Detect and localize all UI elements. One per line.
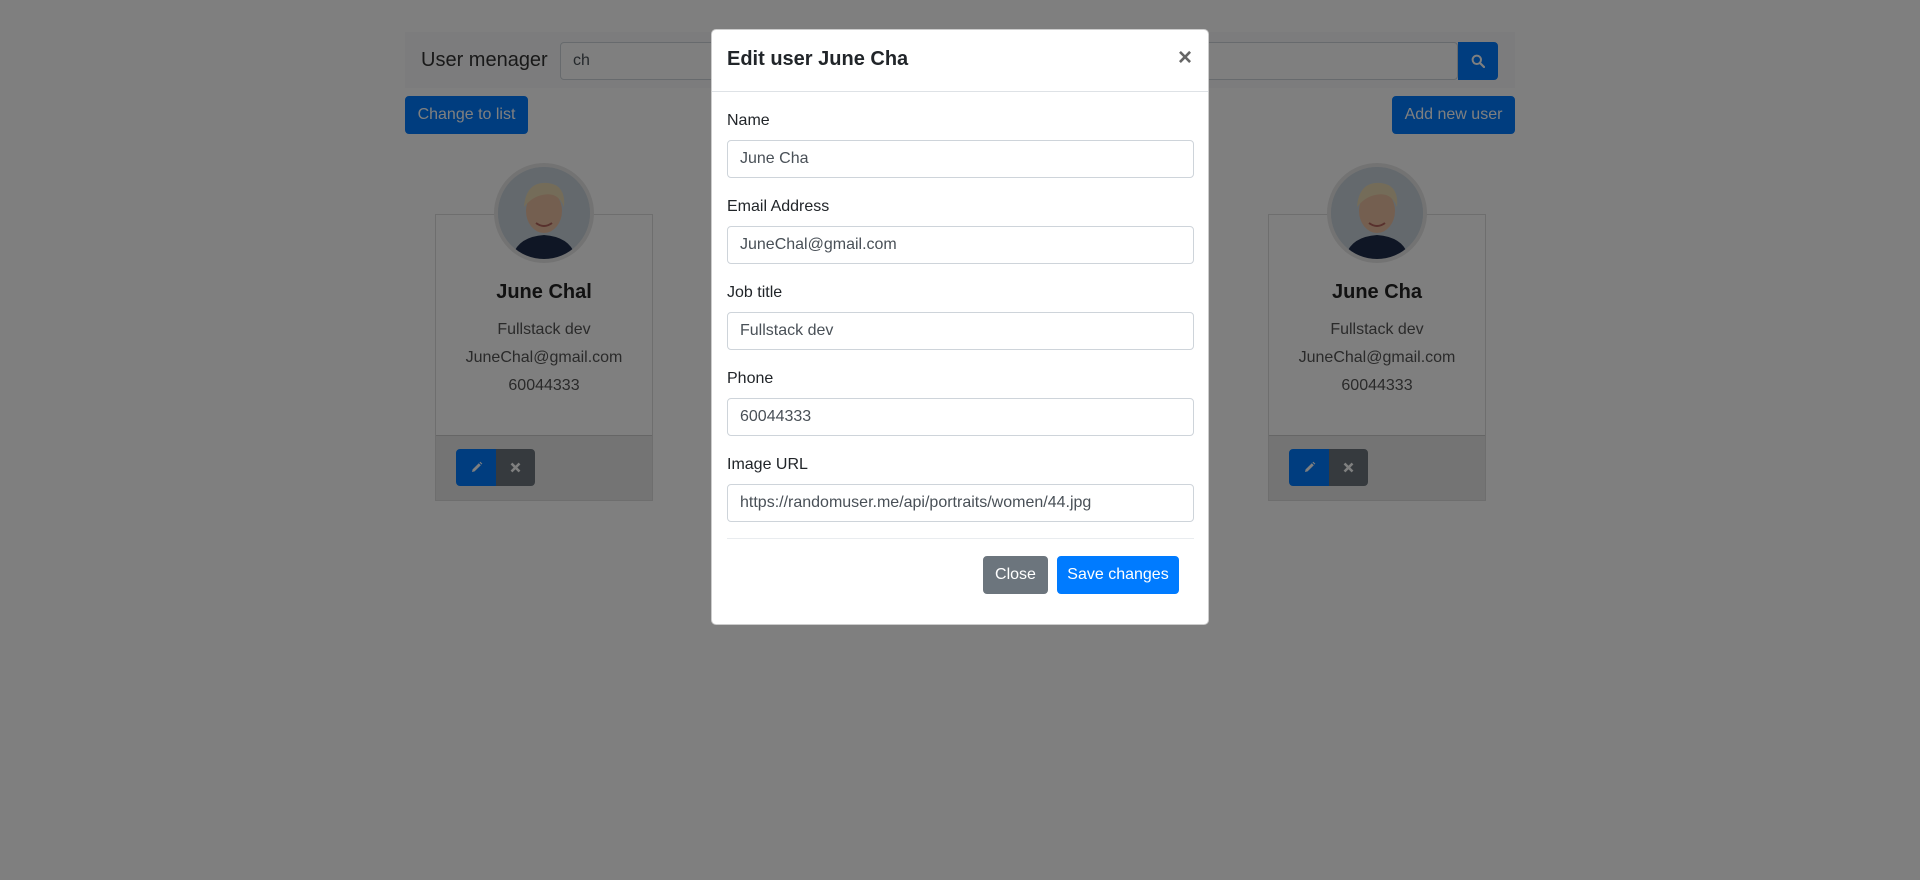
image-url-field[interactable] — [727, 484, 1194, 522]
job-title-field[interactable] — [727, 312, 1194, 350]
modal-title: Edit user June Cha — [727, 48, 909, 70]
image-url-label: Image URL — [727, 456, 808, 473]
save-changes-button[interactable]: Save changes — [1057, 556, 1179, 594]
email-label: Email Address — [727, 198, 830, 215]
email-field[interactable] — [727, 226, 1194, 264]
close-icon[interactable]: × — [1178, 46, 1192, 70]
edit-user-modal: Edit user June Cha × Name Email Address … — [711, 29, 1209, 625]
phone-label: Phone — [727, 370, 774, 387]
job-title-label: Job title — [727, 284, 783, 301]
modal-header: Edit user June Cha × — [712, 30, 1208, 92]
phone-field[interactable] — [727, 398, 1194, 436]
name-label: Name — [727, 112, 770, 129]
modal-divider — [727, 538, 1194, 539]
close-button[interactable]: Close — [983, 556, 1048, 594]
name-field[interactable] — [727, 140, 1194, 178]
